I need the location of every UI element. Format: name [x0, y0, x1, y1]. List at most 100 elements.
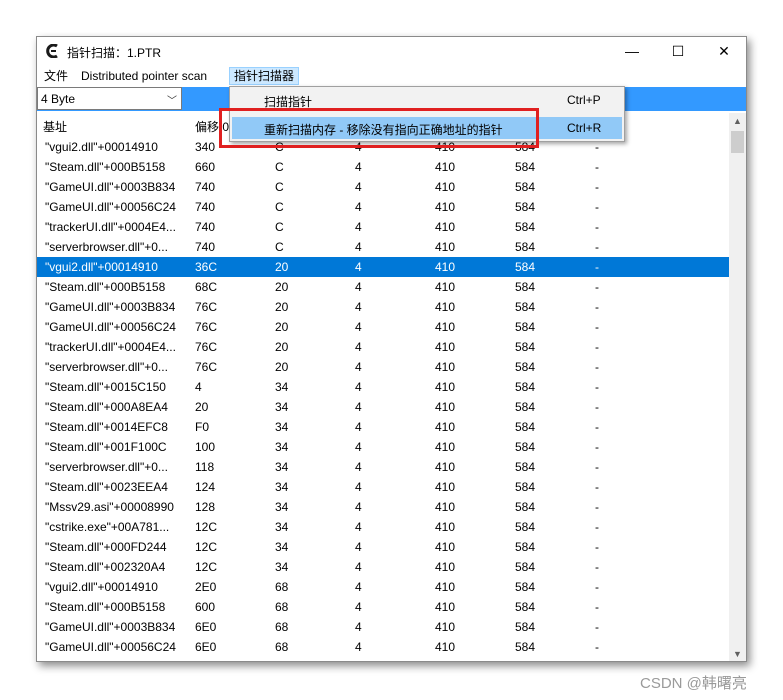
- cell-offset-1: 68: [275, 600, 289, 614]
- table-row[interactable]: "Steam.dll"+0015C150 4 34 4 410 584 -: [37, 377, 729, 397]
- table-row[interactable]: "Steam.dll"+000B5158 68C 20 4 410 584 -: [37, 277, 729, 297]
- maximize-button[interactable]: ☐: [655, 37, 701, 65]
- menu-item-shortcut: Ctrl+P: [567, 93, 601, 107]
- cell-offset-3: 410: [435, 180, 456, 194]
- table-row[interactable]: "trackerUI.dll"+0004E4... 76C 20 4 410 584 -: [37, 337, 729, 357]
- table-row[interactable]: "GameUI.dll"+00056C24 740 C 4 410 584 -: [37, 197, 729, 217]
- cell-offset-2: 4: [355, 500, 362, 514]
- cell-offset-5: -: [595, 360, 599, 374]
- table-row[interactable]: "Steam.dll"+000FD244 12C 34 4 410 584 -: [37, 537, 729, 557]
- cell-offset-5: -: [595, 420, 599, 434]
- table-row[interactable]: "vgui2.dll"+00014910 2E0 68 4 410 584 -: [37, 577, 729, 597]
- cell-offset-5: -: [595, 580, 599, 594]
- cell-offset-3: 410: [435, 380, 456, 394]
- menu-distributed-pointer-scan[interactable]: Distributed pointer scan: [77, 67, 211, 85]
- cell-offset-3: 410: [435, 620, 456, 634]
- cell-offset-3: 410: [435, 420, 456, 434]
- cell-offset-0: 12C: [195, 520, 218, 534]
- table-row[interactable]: "serverbrowser.dll"+0... 118 34 4 410 584 -: [37, 457, 729, 477]
- table-row[interactable]: "GameUI.dll"+00056C24 76C 20 4 410 584 -: [37, 317, 729, 337]
- cell-offset-2: 4: [355, 400, 362, 414]
- cell-offset-3: 410: [435, 320, 456, 334]
- cell-offset-5: -: [595, 380, 599, 394]
- cell-offset-4: 584: [515, 340, 536, 354]
- cell-base-address: "Steam.dll"+0023EEA4: [45, 480, 168, 494]
- header-base-address[interactable]: 基址: [43, 118, 67, 135]
- cell-offset-0: 12C: [195, 560, 218, 574]
- cell-offset-0: 100: [195, 440, 216, 454]
- table-row[interactable]: "serverbrowser.dll"+0... 76C 20 4 410 584 -: [37, 357, 729, 377]
- minimize-button[interactable]: —: [609, 37, 655, 65]
- cell-base-address: "Steam.dll"+0015C150: [45, 380, 166, 394]
- header-offset-0[interactable]: 偏移 0: [195, 118, 229, 135]
- cell-offset-3: 410: [435, 160, 456, 174]
- cell-offset-4: 584: [515, 500, 536, 514]
- cell-offset-2: 4: [355, 340, 362, 354]
- table-row[interactable]: "GameUI.dll"+0003B834 6E0 68 4 410 584 -: [37, 617, 729, 637]
- cell-base-address: "GameUI.dll"+00056C24: [45, 320, 176, 334]
- cell-offset-5: -: [595, 220, 599, 234]
- cell-offset-2: 4: [355, 380, 362, 394]
- cell-offset-5: -: [595, 600, 599, 614]
- cell-offset-2: 4: [355, 240, 362, 254]
- cell-offset-2: 4: [355, 220, 362, 234]
- table-row[interactable]: "trackerUI.dll"+0004E4... 740 C 4 410 584 -: [37, 217, 729, 237]
- cell-offset-4: 584: [515, 480, 536, 494]
- menu-item-rescan-memory[interactable]: 重新扫描内存 - 移除没有指向正确地址的指针 Ctrl+R: [232, 117, 622, 139]
- cell-offset-0: 2E0: [195, 580, 217, 594]
- menu-bar: 文件 Distributed pointer scan 指针扫描器: [37, 65, 746, 86]
- table-row[interactable]: "vgui2.dll"+00014910 36C 20 4 410 584 -: [37, 257, 729, 277]
- cell-offset-2: 4: [355, 640, 362, 654]
- table-row[interactable]: "Steam.dll"+001F100C 100 34 4 410 584 -: [37, 437, 729, 457]
- cell-offset-2: 4: [355, 540, 362, 554]
- cell-offset-1: 20: [275, 260, 289, 274]
- close-button[interactable]: ✕: [701, 37, 746, 65]
- table-row[interactable]: "GameUI.dll"+00056C24 6E0 68 4 410 584 -: [37, 637, 729, 657]
- cell-offset-3: 410: [435, 340, 456, 354]
- value-type-select[interactable]: 4 Byte ﹀: [37, 87, 182, 110]
- cell-offset-4: 584: [515, 520, 536, 534]
- cell-base-address: "Steam.dll"+000A8EA4: [45, 400, 168, 414]
- table-row[interactable]: "serverbrowser.dll"+0... 740 C 4 410 584 -: [37, 237, 729, 257]
- scroll-thumb[interactable]: [731, 131, 744, 153]
- table-row[interactable]: "GameUI.dll"+0003B834 76C 20 4 410 584 -: [37, 297, 729, 317]
- table-row[interactable]: "Steam.dll"+002320A4 12C 34 4 410 584 -: [37, 557, 729, 577]
- cell-offset-4: 584: [515, 140, 536, 154]
- cell-offset-1: C: [275, 180, 284, 194]
- cell-offset-3: 410: [435, 360, 456, 374]
- table-row[interactable]: "Steam.dll"+000B5158 660 C 4 410 584 -: [37, 157, 729, 177]
- window-title: 指针扫描：1.PTR: [67, 46, 162, 60]
- table-row[interactable]: "cstrike.exe"+00A781... 12C 34 4 410 584 -: [37, 517, 729, 537]
- table-row[interactable]: "Steam.dll"+000A8EA4 20 34 4 410 584 -: [37, 397, 729, 417]
- table-row[interactable]: "GameUI.dll"+0003B834 740 C 4 410 584 -: [37, 177, 729, 197]
- table-row[interactable]: "Mssv29.asi"+00008990 128 34 4 410 584 -: [37, 497, 729, 517]
- cell-offset-5: -: [595, 320, 599, 334]
- cell-offset-4: 584: [515, 300, 536, 314]
- cell-offset-0: 128: [195, 500, 216, 514]
- cell-offset-1: 20: [275, 360, 289, 374]
- cell-offset-4: 584: [515, 560, 536, 574]
- cell-offset-2: 4: [355, 200, 362, 214]
- cell-offset-3: 410: [435, 600, 456, 614]
- menu-item-scan-pointers[interactable]: 扫描指针 Ctrl+P: [232, 89, 622, 111]
- cell-offset-1: C: [275, 140, 284, 154]
- cell-offset-1: C: [275, 160, 284, 174]
- cell-offset-4: 584: [515, 420, 536, 434]
- table-row[interactable]: "Steam.dll"+0023EEA4 124 34 4 410 584 -: [37, 477, 729, 497]
- cell-base-address: "trackerUI.dll"+0004E4...: [45, 220, 176, 234]
- scroll-down-icon[interactable]: ▼: [729, 646, 746, 661]
- cell-offset-3: 410: [435, 200, 456, 214]
- vertical-scrollbar[interactable]: ▲ ▼: [729, 113, 746, 661]
- menu-pointer-scanner[interactable]: 指针扫描器: [229, 67, 300, 85]
- page: 指针扫描：1.PTR — ☐ ✕ 文件 Distributed pointer …: [0, 0, 783, 700]
- cell-offset-5: -: [595, 260, 599, 274]
- cell-offset-4: 584: [515, 380, 536, 394]
- scroll-up-icon[interactable]: ▲: [729, 113, 746, 130]
- menu-file[interactable]: 文件: [40, 67, 72, 85]
- cell-base-address: "Steam.dll"+000B5158: [45, 600, 166, 614]
- table-row[interactable]: "Steam.dll"+0014EFC8 F0 34 4 410 584 -: [37, 417, 729, 437]
- table-row[interactable]: "Steam.dll"+000B5158 600 68 4 410 584 -: [37, 597, 729, 617]
- cell-offset-3: 410: [435, 640, 456, 654]
- cell-offset-1: 34: [275, 540, 289, 554]
- cell-offset-2: 4: [355, 260, 362, 274]
